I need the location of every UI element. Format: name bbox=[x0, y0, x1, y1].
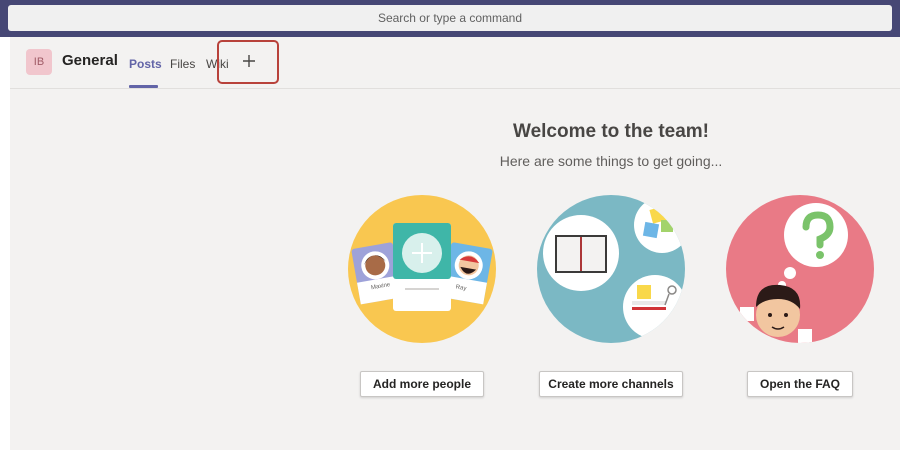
channel-title: General bbox=[62, 52, 118, 69]
open-faq-button[interactable]: Open the FAQ bbox=[747, 371, 853, 397]
active-tab-indicator bbox=[129, 85, 158, 88]
title-bar: Search or type a command bbox=[0, 0, 900, 37]
welcome-subtitle: Here are some things to get going... bbox=[499, 153, 723, 169]
create-more-channels-button[interactable]: Create more channels bbox=[539, 371, 683, 397]
add-more-people-button[interactable]: Add more people bbox=[360, 371, 484, 397]
search-placeholder: Search or type a command bbox=[377, 11, 523, 25]
welcome-title: Welcome to the team! bbox=[512, 121, 710, 142]
welcome-panel: Welcome to the team! Here are some thing… bbox=[10, 89, 900, 450]
tab-posts[interactable]: Posts bbox=[129, 57, 162, 71]
channel-header: IB General Posts Files Wiki bbox=[10, 37, 900, 89]
add-tab-highlight bbox=[217, 40, 279, 84]
search-command-bar[interactable]: Search or type a command bbox=[8, 5, 892, 31]
faq-illustration bbox=[726, 195, 874, 343]
people-illustration: Maxine Ray bbox=[348, 195, 496, 343]
channels-illustration bbox=[537, 195, 685, 343]
team-avatar[interactable]: IB bbox=[26, 49, 52, 75]
tab-files[interactable]: Files bbox=[170, 57, 195, 71]
